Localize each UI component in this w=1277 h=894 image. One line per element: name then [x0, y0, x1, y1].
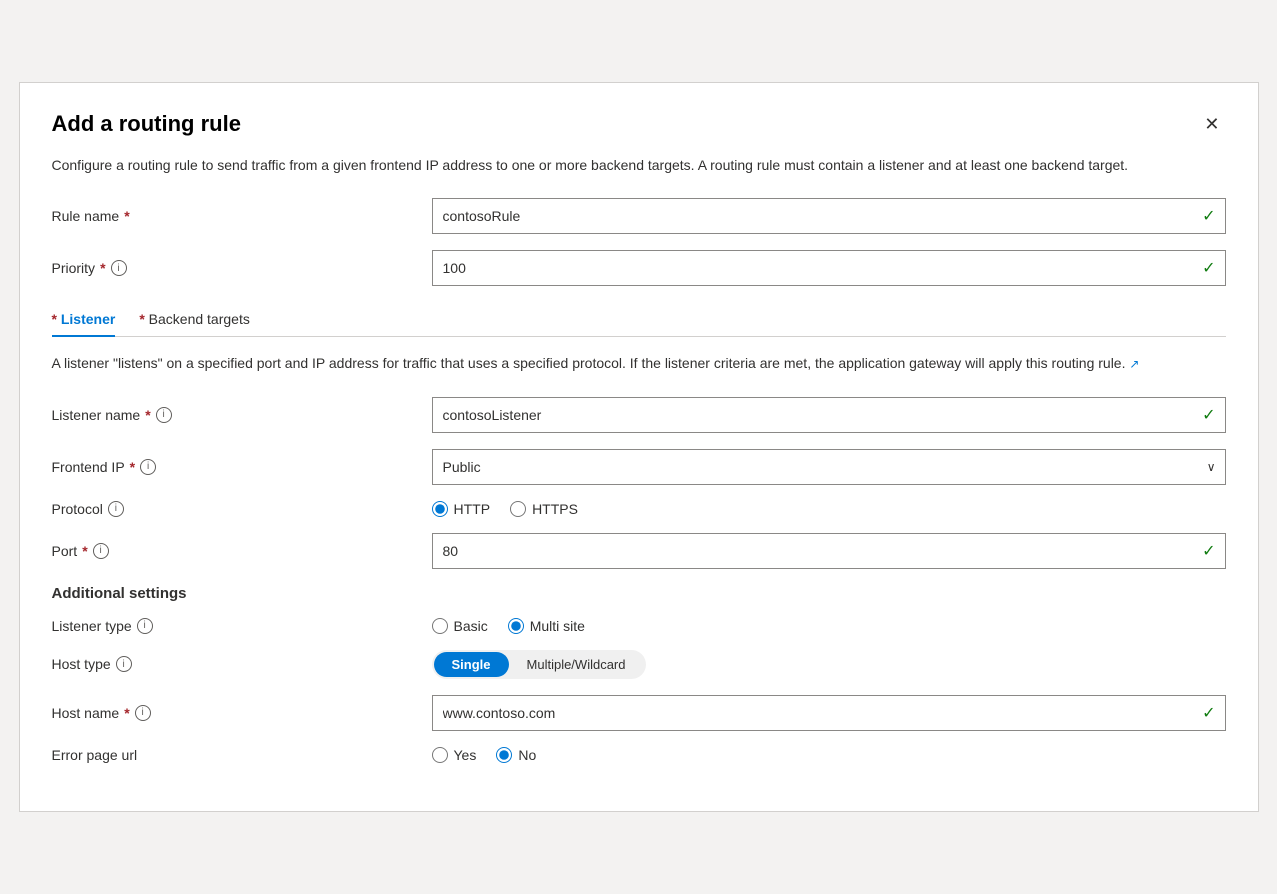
host-type-info-icon[interactable]: i: [116, 656, 132, 672]
tabs-container: * Listener * Backend targets: [52, 302, 1226, 337]
priority-input[interactable]: [432, 250, 1226, 286]
listener-type-basic-radio[interactable]: [432, 618, 448, 634]
required-star: *: [124, 208, 129, 224]
port-label: Port * i: [52, 543, 432, 559]
error-page-yes-radio[interactable]: [432, 747, 448, 763]
protocol-http-radio[interactable]: [432, 501, 448, 517]
host-type-toggle-group: Single Multiple/Wildcard: [432, 650, 646, 679]
port-input-wrapper: ✓: [432, 533, 1226, 569]
protocol-label: Protocol i: [52, 501, 432, 517]
dialog-header: Add a routing rule ✕: [52, 111, 1226, 137]
host-name-check-icon: ✓: [1202, 703, 1215, 723]
listener-type-label: Listener type i: [52, 618, 432, 634]
listener-type-radio-group: Basic Multi site: [432, 618, 1226, 634]
learn-more-link[interactable]: ↗: [1129, 357, 1139, 371]
error-page-url-row: Error page url Yes No: [52, 747, 1226, 763]
listener-type-row: Listener type i Basic Multi site: [52, 618, 1226, 634]
priority-required-star: *: [100, 260, 105, 276]
rule-name-input-wrapper: ✓: [432, 198, 1226, 234]
rule-name-input[interactable]: [432, 198, 1226, 234]
tab-listener[interactable]: * Listener: [52, 303, 116, 337]
error-page-url-radio-group: Yes No: [432, 747, 1226, 763]
protocol-radio-group: HTTP HTTPS: [432, 501, 1226, 517]
listener-name-input[interactable]: [432, 397, 1226, 433]
protocol-http-option[interactable]: HTTP: [432, 501, 491, 517]
frontend-ip-select-wrapper: Public Private ∨: [432, 449, 1226, 485]
priority-check-icon: ✓: [1202, 258, 1215, 278]
host-name-input[interactable]: [432, 695, 1226, 731]
additional-settings-label: Additional settings: [52, 585, 1226, 602]
host-type-single-btn[interactable]: Single: [434, 652, 509, 677]
error-page-no-option[interactable]: No: [496, 747, 536, 763]
listener-name-row: Listener name * i ✓: [52, 397, 1226, 433]
host-type-multiple-btn[interactable]: Multiple/Wildcard: [509, 652, 644, 677]
tab-backend-targets[interactable]: * Backend targets: [139, 303, 250, 337]
protocol-https-radio[interactable]: [510, 501, 526, 517]
listener-type-info-icon[interactable]: i: [137, 618, 153, 634]
protocol-https-option[interactable]: HTTPS: [510, 501, 578, 517]
priority-row: Priority * i ✓: [52, 250, 1226, 286]
add-routing-rule-dialog: Add a routing rule ✕ Configure a routing…: [19, 82, 1259, 812]
rule-name-row: Rule name * ✓: [52, 198, 1226, 234]
frontend-ip-row: Frontend IP * i Public Private ∨: [52, 449, 1226, 485]
protocol-row: Protocol i HTTP HTTPS: [52, 501, 1226, 517]
port-input[interactable]: [432, 533, 1226, 569]
listener-tab-content: A listener "listens" on a specified port…: [52, 353, 1226, 763]
host-name-input-wrapper: ✓: [432, 695, 1226, 731]
frontend-ip-select[interactable]: Public Private: [432, 449, 1226, 485]
host-type-row: Host type i Single Multiple/Wildcard: [52, 650, 1226, 679]
dialog-description: Configure a routing rule to send traffic…: [52, 155, 1226, 176]
listener-name-input-wrapper: ✓: [432, 397, 1226, 433]
error-page-url-label: Error page url: [52, 747, 432, 763]
listener-type-multisite-radio[interactable]: [508, 618, 524, 634]
host-name-info-icon[interactable]: i: [135, 705, 151, 721]
listener-type-basic-option[interactable]: Basic: [432, 618, 488, 634]
priority-info-icon[interactable]: i: [111, 260, 127, 276]
frontend-ip-info-icon[interactable]: i: [140, 459, 156, 475]
frontend-ip-label: Frontend IP * i: [52, 459, 432, 475]
priority-label: Priority * i: [52, 260, 432, 276]
port-info-icon[interactable]: i: [93, 543, 109, 559]
listener-name-check-icon: ✓: [1202, 405, 1215, 425]
check-icon: ✓: [1202, 206, 1215, 226]
listener-name-info-icon[interactable]: i: [156, 407, 172, 423]
error-page-yes-option[interactable]: Yes: [432, 747, 477, 763]
host-name-label: Host name * i: [52, 705, 432, 721]
priority-input-wrapper: ✓: [432, 250, 1226, 286]
close-button[interactable]: ✕: [1198, 111, 1225, 137]
error-page-no-radio[interactable]: [496, 747, 512, 763]
dialog-title: Add a routing rule: [52, 111, 241, 137]
port-row: Port * i ✓: [52, 533, 1226, 569]
protocol-info-icon[interactable]: i: [108, 501, 124, 517]
rule-name-label: Rule name *: [52, 208, 432, 224]
host-type-label: Host type i: [52, 656, 432, 672]
host-name-row: Host name * i ✓: [52, 695, 1226, 731]
port-check-icon: ✓: [1202, 541, 1215, 561]
listener-type-multisite-option[interactable]: Multi site: [508, 618, 585, 634]
listener-name-label: Listener name * i: [52, 407, 432, 423]
listener-description: A listener "listens" on a specified port…: [52, 353, 1226, 375]
